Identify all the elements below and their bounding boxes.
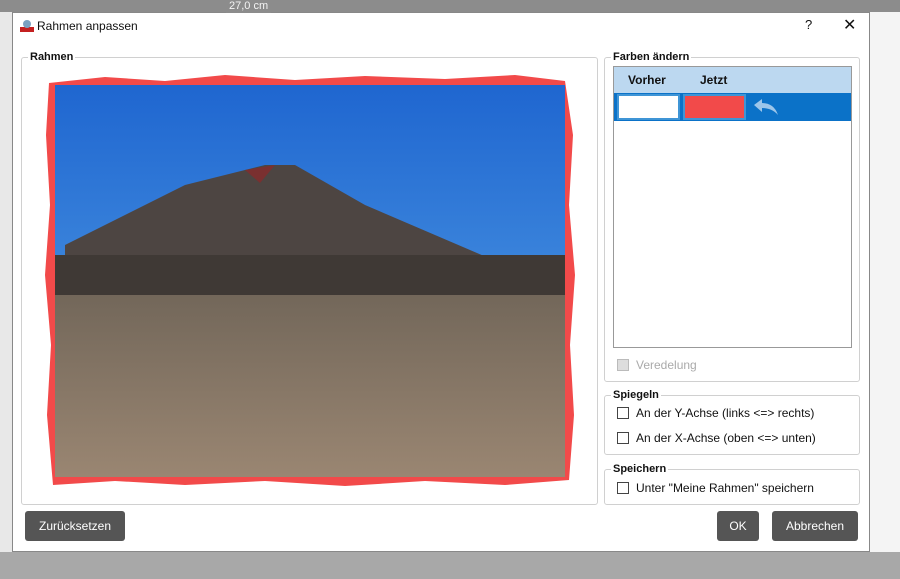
save-my-frames-label: Unter "Meine Rahmen" speichern bbox=[636, 481, 814, 495]
mirror-x-box[interactable] bbox=[617, 432, 629, 444]
background-panel bbox=[0, 12, 12, 552]
mirror-y-label: An der Y-Achse (links <=> rechts) bbox=[636, 406, 815, 420]
undo-icon[interactable] bbox=[750, 97, 780, 117]
save-my-frames-checkbox[interactable]: Unter "Meine Rahmen" speichern bbox=[617, 481, 814, 495]
ruler-text: 27,0 cm bbox=[226, 0, 272, 13]
refine-checkbox-box[interactable] bbox=[617, 359, 629, 371]
frame-legend: Rahmen bbox=[30, 51, 74, 63]
before-color-swatch bbox=[617, 94, 680, 120]
color-list-header: Vorher Jetzt bbox=[614, 67, 851, 93]
color-list: Vorher Jetzt bbox=[613, 66, 852, 348]
mirror-legend: Spiegeln bbox=[613, 389, 659, 401]
reset-button[interactable]: Zurücksetzen bbox=[25, 511, 125, 541]
ok-button[interactable]: OK bbox=[717, 511, 759, 541]
color-row[interactable] bbox=[614, 93, 851, 121]
ruler-bar bbox=[0, 0, 900, 12]
mirror-y-checkbox[interactable]: An der Y-Achse (links <=> rechts) bbox=[617, 406, 814, 420]
close-button[interactable]: ✕ bbox=[843, 15, 856, 35]
app-icon bbox=[20, 20, 34, 32]
frame-preview-image bbox=[45, 75, 575, 486]
help-button[interactable]: ? bbox=[805, 17, 812, 32]
background-panel-right bbox=[870, 12, 900, 552]
mirror-x-checkbox[interactable]: An der X-Achse (oben <=> unten) bbox=[617, 431, 816, 445]
mirror-group: Spiegeln bbox=[604, 389, 860, 455]
mirror-x-label: An der X-Achse (oben <=> unten) bbox=[636, 431, 816, 445]
save-my-frames-box[interactable] bbox=[617, 482, 629, 494]
refine-checkbox[interactable]: Veredelung bbox=[617, 358, 697, 372]
dialog-title: Rahmen anpassen bbox=[37, 19, 138, 33]
save-legend: Speichern bbox=[613, 463, 667, 475]
background-bottom bbox=[0, 552, 900, 579]
now-color-swatch[interactable] bbox=[683, 94, 746, 120]
col-now-header: Jetzt bbox=[700, 73, 728, 87]
frame-dialog: Rahmen anpassen ? ✕ Rahmen Farben ändern… bbox=[12, 12, 870, 552]
mirror-y-box[interactable] bbox=[617, 407, 629, 419]
col-before-header: Vorher bbox=[628, 73, 666, 87]
refine-label: Veredelung bbox=[636, 358, 697, 372]
cancel-button[interactable]: Abbrechen bbox=[772, 511, 858, 541]
colors-legend: Farben ändern bbox=[613, 51, 690, 63]
